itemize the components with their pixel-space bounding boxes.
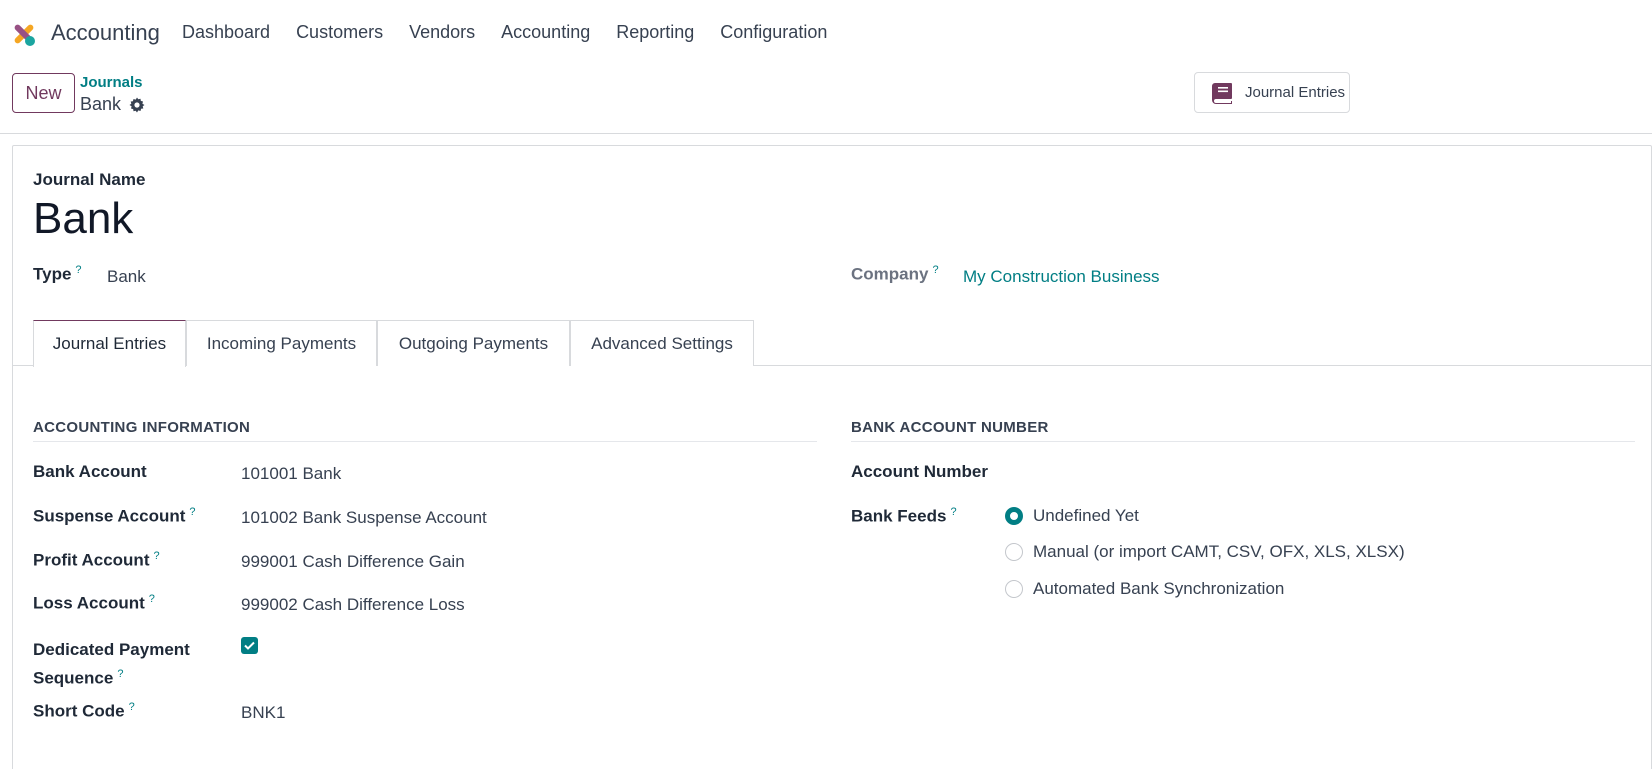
main-menu: Dashboard Customers Vendors Accounting R…	[182, 22, 853, 43]
suspense-account-field[interactable]: 101002 Bank Suspense Account	[241, 508, 487, 528]
notebook-tabs: Journal Entries Incoming Payments Outgoi…	[13, 320, 1651, 367]
loss-account-label: Loss Account?	[33, 593, 155, 613]
account-number-label: Account Number	[851, 462, 988, 481]
menu-reporting[interactable]: Reporting	[616, 22, 694, 43]
short-code-field[interactable]: BNK1	[241, 703, 285, 723]
menu-accounting[interactable]: Accounting	[501, 22, 590, 43]
check-icon	[244, 641, 255, 650]
menu-vendors[interactable]: Vendors	[409, 22, 475, 43]
help-icon[interactable]: ?	[189, 506, 195, 518]
help-icon[interactable]: ?	[932, 264, 938, 276]
loss-account-field[interactable]: 999002 Cash Difference Loss	[241, 595, 465, 615]
bank-feeds-label: Bank Feeds?	[851, 506, 957, 526]
menu-dashboard[interactable]: Dashboard	[182, 22, 270, 43]
bank-account-number-heading: BANK ACCOUNT NUMBER	[851, 419, 1049, 436]
accounting-information-heading: ACCOUNTING INFORMATION	[33, 419, 251, 436]
dedicated-payment-sequence-checkbox[interactable]	[241, 637, 258, 654]
short-code-label: Short Code?	[33, 701, 135, 721]
tab-incoming-payments[interactable]: Incoming Payments	[186, 320, 377, 366]
control-panel: New Journals Bank Journal Entries	[0, 64, 1652, 134]
breadcrumb: Bank	[80, 94, 145, 115]
dedicated-payment-sequence-label: Dedicated Payment Sequence?	[33, 640, 190, 688]
menu-configuration[interactable]: Configuration	[720, 22, 827, 43]
journal-name-field[interactable]: Bank	[33, 194, 133, 244]
tab-outgoing-payments[interactable]: Outgoing Payments	[377, 320, 570, 366]
profit-account-field[interactable]: 999001 Cash Difference Gain	[241, 552, 465, 572]
section-divider	[851, 441, 1635, 442]
bank-account-label: Bank Account	[33, 462, 147, 481]
breadcrumb-current: Bank	[80, 94, 122, 114]
company-label: Company?	[851, 264, 939, 284]
smart-button-label: Journal Entries	[1245, 84, 1346, 101]
book-icon	[1212, 82, 1232, 104]
radio-button[interactable]	[1005, 543, 1023, 561]
tab-advanced-settings[interactable]: Advanced Settings	[570, 320, 754, 366]
radio-button[interactable]	[1005, 507, 1023, 525]
new-button[interactable]: New	[12, 73, 75, 113]
help-icon[interactable]: ?	[153, 550, 159, 562]
tab-journal-entries[interactable]: Journal Entries	[33, 320, 186, 367]
help-icon[interactable]: ?	[117, 668, 123, 680]
type-label: Type?	[33, 264, 82, 284]
feed-option-undefined[interactable]: Undefined Yet	[1005, 506, 1139, 526]
feed-option-manual[interactable]: Manual (or import CAMT, CSV, OFX, XLS, X…	[1005, 542, 1405, 562]
help-icon[interactable]: ?	[950, 506, 956, 518]
journal-name-label: Journal Name	[33, 170, 146, 189]
top-navbar: Accounting Dashboard Customers Vendors A…	[0, 0, 1652, 64]
menu-customers[interactable]: Customers	[296, 22, 383, 43]
journal-entries-smart-button[interactable]: Journal Entries	[1194, 72, 1350, 113]
suspense-account-label: Suspense Account?	[33, 506, 196, 526]
company-field[interactable]: My Construction Business	[963, 267, 1160, 287]
accounting-app-icon[interactable]	[10, 20, 38, 48]
profit-account-label: Profit Account?	[33, 550, 160, 570]
help-icon[interactable]: ?	[129, 701, 135, 713]
section-divider	[33, 441, 817, 442]
type-field[interactable]: Bank	[107, 267, 146, 287]
help-icon[interactable]: ?	[149, 593, 155, 605]
bank-account-field[interactable]: 101001 Bank	[241, 464, 341, 484]
gear-icon[interactable]	[129, 97, 145, 113]
feed-option-automated[interactable]: Automated Bank Synchronization	[1005, 579, 1284, 599]
radio-button[interactable]	[1005, 580, 1023, 598]
breadcrumb-journals[interactable]: Journals	[80, 74, 143, 91]
help-icon[interactable]: ?	[75, 264, 81, 276]
app-name[interactable]: Accounting	[51, 20, 160, 46]
form-sheet: Journal Name Bank Type? Bank Company? My…	[12, 145, 1652, 769]
